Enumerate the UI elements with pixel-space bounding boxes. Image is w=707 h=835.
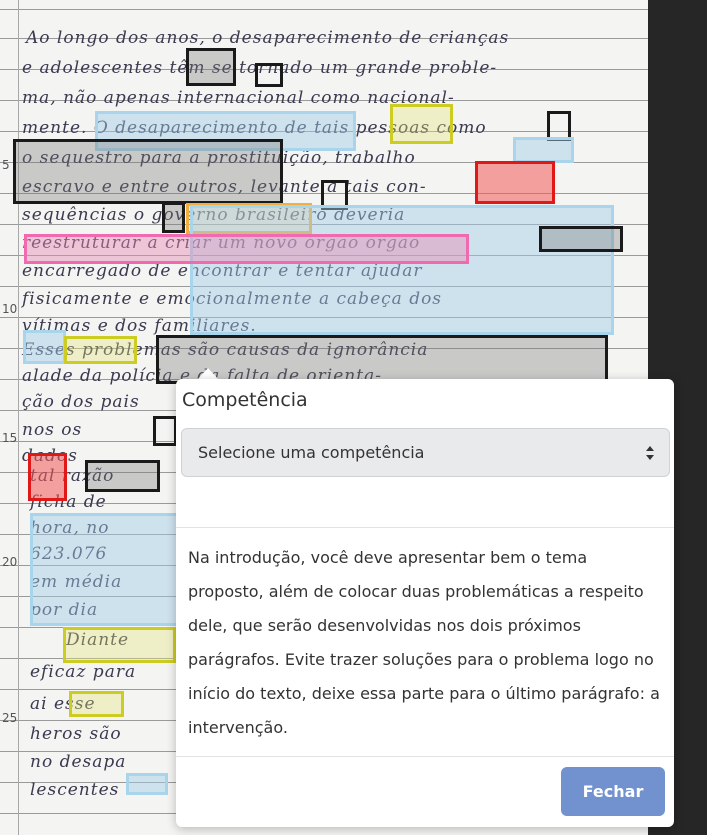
line-number: 10: [2, 302, 18, 316]
highlight-blue[interactable]: [513, 137, 574, 163]
highlight-blue[interactable]: [30, 513, 180, 626]
highlight-yellow[interactable]: [390, 104, 453, 144]
close-button[interactable]: Fechar: [561, 767, 665, 816]
competencia-select[interactable]: Selecione uma competência: [181, 428, 670, 477]
handwritten-line: lescentes: [30, 780, 120, 800]
highlight-blue[interactable]: [126, 773, 168, 795]
highlight-black[interactable]: [539, 226, 623, 252]
popover-title: Competência: [182, 389, 308, 411]
margin-line: [18, 0, 19, 835]
select-placeholder: Selecione uma competência: [198, 443, 425, 462]
highlight-red[interactable]: [475, 161, 555, 204]
select-caret-icon: [645, 443, 655, 463]
line-number: 20: [2, 555, 18, 569]
highlight-yellow[interactable]: [69, 691, 124, 717]
highlight-blue[interactable]: [190, 205, 614, 335]
highlight-black[interactable]: [162, 202, 185, 233]
handwritten-line: Ao longo dos anos, o desaparecimento de …: [26, 28, 510, 48]
handwritten-line: heros são: [30, 724, 122, 744]
highlight-black[interactable]: [13, 139, 283, 204]
popover-body: Na introdução, você deve apresentar bem …: [188, 548, 660, 737]
highlight-yellow[interactable]: [63, 627, 176, 663]
highlight-black[interactable]: [186, 48, 236, 86]
highlight-black[interactable]: [85, 460, 160, 492]
handwritten-line: nos os: [22, 420, 83, 440]
divider: [176, 756, 674, 757]
handwritten-line: no desapa: [30, 752, 127, 772]
line-number: 25: [2, 711, 18, 725]
highlight-yellow[interactable]: [64, 336, 137, 364]
highlight-blue[interactable]: [23, 330, 66, 364]
highlight-black[interactable]: [255, 63, 283, 87]
handwritten-line: ção dos pais: [22, 392, 140, 412]
competencia-popover: Competência Selecione uma competência Na…: [176, 379, 674, 827]
divider: [176, 527, 674, 528]
highlight-black[interactable]: [153, 416, 177, 446]
line-number: 5: [2, 158, 10, 172]
line-number: 15: [2, 431, 18, 445]
handwritten-line: eficaz para: [30, 662, 137, 682]
highlight-pink[interactable]: [24, 234, 469, 264]
highlight-black[interactable]: [156, 335, 608, 384]
highlight-red[interactable]: [28, 453, 67, 501]
